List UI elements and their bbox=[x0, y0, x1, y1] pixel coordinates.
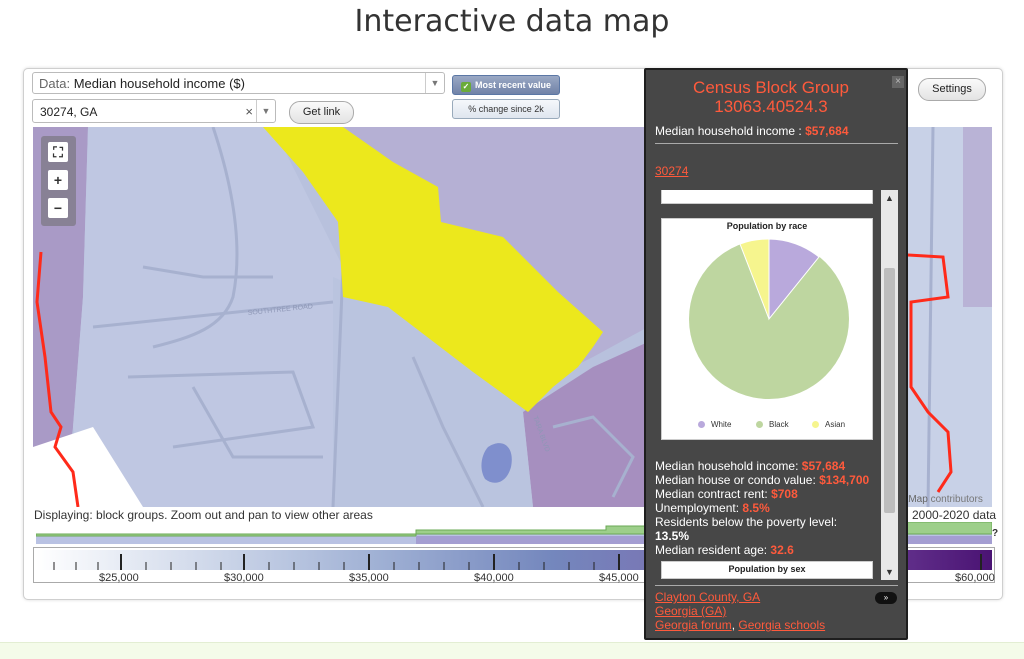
year-range-label: 2000-2020 data bbox=[912, 508, 997, 522]
chevron-down-icon[interactable]: ▼ bbox=[256, 100, 275, 122]
page-title: Interactive data map bbox=[354, 4, 670, 39]
legend-label: $60,000 bbox=[955, 572, 995, 584]
stat-rent: Median contract rent: $708 bbox=[655, 487, 798, 501]
legend-label: $30,000 bbox=[224, 572, 264, 584]
chevron-down-icon[interactable]: ▼ bbox=[425, 73, 444, 93]
sex-chart-box: Population by sex bbox=[661, 561, 873, 579]
scroll-thumb[interactable] bbox=[884, 268, 895, 513]
region-far-east bbox=[963, 127, 992, 307]
county-link[interactable]: Clayton County, GA bbox=[655, 590, 760, 604]
most-recent-value-button[interactable]: ✓ Most recent value bbox=[452, 75, 560, 95]
stat-unemployment: Unemployment: 8.5% bbox=[655, 501, 770, 515]
map-attribution: etMap contributors bbox=[900, 494, 983, 505]
legend-item-black: Black bbox=[756, 420, 789, 429]
popup-title: Census Block Group 13063.40524.3 bbox=[648, 78, 894, 116]
legend-name: Black bbox=[769, 420, 789, 429]
most-recent-label: Most recent value bbox=[474, 80, 552, 90]
data-select-label: Data: bbox=[39, 76, 71, 91]
stat-age: Median resident age: 32.6 bbox=[655, 543, 794, 557]
stat-label: Unemployment: bbox=[655, 501, 740, 515]
stat-house-value: Median house or condo value: $134,700 bbox=[655, 473, 869, 487]
help-icon[interactable]: ? bbox=[992, 528, 998, 539]
zoom-in-button[interactable]: + bbox=[48, 170, 68, 190]
displaying-status: Displaying: block groups. Zoom out and p… bbox=[34, 508, 373, 522]
stat-poverty-label: Residents below the poverty level: bbox=[655, 515, 838, 529]
previous-chart-box bbox=[661, 190, 873, 204]
legend-item-white: White bbox=[698, 420, 731, 429]
legend-dot bbox=[698, 421, 705, 428]
state-link[interactable]: Georgia (GA) bbox=[655, 604, 726, 618]
popup-title-line2: 13063.40524.3 bbox=[714, 97, 828, 116]
forum-schools-line: Georgia forum, Georgia schools bbox=[655, 618, 825, 632]
attribution-link[interactable]: contributors bbox=[931, 494, 983, 505]
stat-value: 32.6 bbox=[770, 543, 794, 557]
legend-label: $40,000 bbox=[474, 572, 514, 584]
zoom-extent-icon[interactable]: ⛶ bbox=[48, 142, 68, 162]
stat-value: $57,684 bbox=[801, 459, 846, 473]
settings-button[interactable]: Settings bbox=[918, 78, 986, 101]
divider bbox=[655, 143, 898, 144]
zip-link[interactable]: 30274 bbox=[655, 164, 688, 178]
popup-title-line1: Census Block Group bbox=[693, 78, 849, 97]
legend-label: $35,000 bbox=[349, 572, 389, 584]
stat-value: 8.5% bbox=[742, 501, 770, 515]
stat-value: $134,700 bbox=[819, 473, 870, 487]
legend-label: $45,000 bbox=[599, 572, 639, 584]
schools-link[interactable]: Georgia schools bbox=[738, 618, 825, 632]
legend-dot bbox=[812, 421, 819, 428]
place-search-input[interactable]: 30274, GA × ▼ bbox=[32, 99, 276, 123]
legend-name: Asian bbox=[825, 420, 846, 429]
race-pie-chart bbox=[689, 238, 849, 399]
scroll-up-icon[interactable]: ▲ bbox=[881, 190, 898, 206]
legend-dot bbox=[756, 421, 763, 428]
popup-summary: Median household income : $57,684 bbox=[655, 124, 849, 138]
clear-icon[interactable]: × bbox=[245, 100, 253, 124]
get-link-button[interactable]: Get link bbox=[289, 101, 354, 124]
sex-chart-title: Population by sex bbox=[728, 564, 806, 574]
legend-label: $25,000 bbox=[99, 572, 139, 584]
scroll-down-icon[interactable]: ▼ bbox=[881, 564, 898, 580]
checkmark-icon: ✓ bbox=[460, 82, 471, 92]
summary-label: Median household income : bbox=[655, 124, 802, 138]
collapse-icon[interactable]: » bbox=[875, 592, 897, 604]
divider bbox=[655, 585, 898, 586]
pct-change-button[interactable]: % change since 2k bbox=[452, 99, 560, 119]
stat-poverty-value: 13.5% bbox=[655, 529, 690, 543]
race-chart-box: Population by race White Black Asian bbox=[661, 218, 873, 440]
forum-link[interactable]: Georgia forum bbox=[655, 618, 732, 632]
place-value: 30274, GA bbox=[40, 105, 98, 119]
stat-label: Median resident age: bbox=[655, 543, 768, 557]
stat-value: $708 bbox=[771, 487, 798, 501]
stat-label: Median contract rent: bbox=[655, 487, 768, 501]
stat-label: Median household income: bbox=[655, 459, 799, 473]
race-chart-title: Population by race bbox=[726, 221, 808, 231]
link-separator: , bbox=[731, 618, 736, 632]
footer-band bbox=[0, 642, 1024, 659]
zoom-control: ⛶ + − bbox=[41, 136, 76, 226]
popup-scrollbar[interactable]: ▲ ▼ bbox=[881, 190, 898, 580]
stat-label: Median house or condo value: bbox=[655, 473, 816, 487]
zoom-out-button[interactable]: − bbox=[48, 198, 68, 218]
data-select-value: Median household income ($) bbox=[73, 76, 245, 91]
stat-income: Median household income: $57,684 bbox=[655, 459, 845, 473]
data-select[interactable]: Data: Median household income ($) ▼ bbox=[32, 72, 445, 94]
legend-name: White bbox=[711, 420, 732, 429]
summary-value: $57,684 bbox=[805, 124, 849, 138]
legend-item-asian: Asian bbox=[812, 420, 845, 429]
